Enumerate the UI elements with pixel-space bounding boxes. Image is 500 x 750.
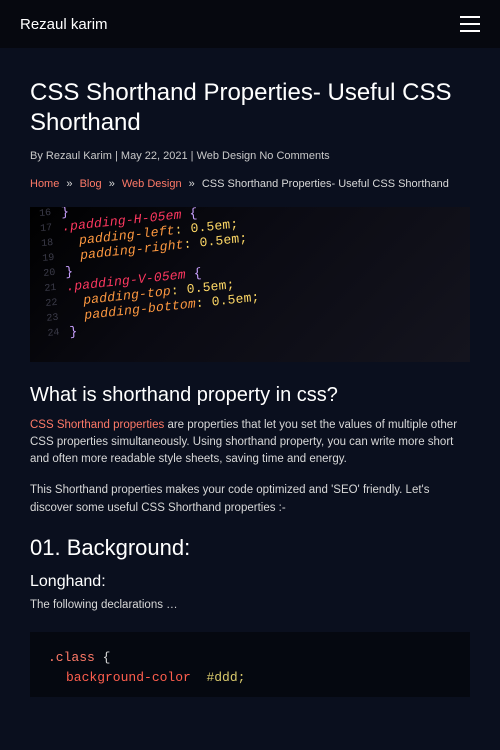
sub-heading: Longhand: (30, 573, 470, 591)
section-heading: What is shorthand property in css? (30, 384, 470, 407)
meta-date: May 22, 2021 (121, 150, 188, 162)
meta-by: By (30, 150, 43, 162)
code-block: .class { background-color #ddd; (30, 632, 470, 697)
menu-icon[interactable] (460, 16, 480, 32)
code-value: #ddd; (206, 670, 245, 685)
code-selector: .class (48, 650, 95, 665)
meta-sep: | (191, 150, 194, 162)
brand-name[interactable]: Rezaul karim (20, 16, 108, 33)
top-bar: Rezaul karim (0, 0, 500, 48)
breadcrumb-sep: » (105, 178, 119, 190)
highlight-link[interactable]: CSS Shorthand properties (30, 419, 164, 431)
paragraph: CSS Shorthand properties are properties … (30, 417, 470, 469)
lead-text: The following declarations … (30, 597, 470, 614)
hero-image: 15pad16}17.padding-H-05em {18 padding-le… (30, 207, 470, 362)
code-line: .class { (48, 648, 452, 668)
code-property: background-color (48, 670, 191, 685)
meta-sep: | (115, 150, 118, 162)
numbered-heading: 01. Background: (30, 535, 470, 561)
meta-category[interactable]: Web Design (197, 150, 257, 162)
breadcrumb-home[interactable]: Home (30, 178, 59, 190)
breadcrumb-category[interactable]: Web Design (122, 178, 182, 190)
paragraph: This Shorthand properties makes your cod… (30, 482, 470, 517)
breadcrumb: Home » Blog » Web Design » CSS Shorthand… (30, 176, 470, 193)
code-line: background-color #ddd; (48, 668, 452, 688)
breadcrumb-sep: » (62, 178, 76, 190)
article-content: CSS Shorthand Properties- Useful CSS Sho… (0, 48, 500, 697)
breadcrumb-sep: » (185, 178, 199, 190)
breadcrumb-current: CSS Shorthand Properties- Useful CSS Sho… (202, 178, 449, 190)
code-brace: { (103, 650, 111, 665)
article-meta: By Rezaul Karim | May 22, 2021 | Web Des… (30, 150, 470, 162)
meta-author[interactable]: Rezaul Karim (46, 150, 112, 162)
meta-comments[interactable]: No Comments (259, 150, 329, 162)
page-title: CSS Shorthand Properties- Useful CSS Sho… (30, 78, 470, 138)
breadcrumb-blog[interactable]: Blog (80, 178, 102, 190)
